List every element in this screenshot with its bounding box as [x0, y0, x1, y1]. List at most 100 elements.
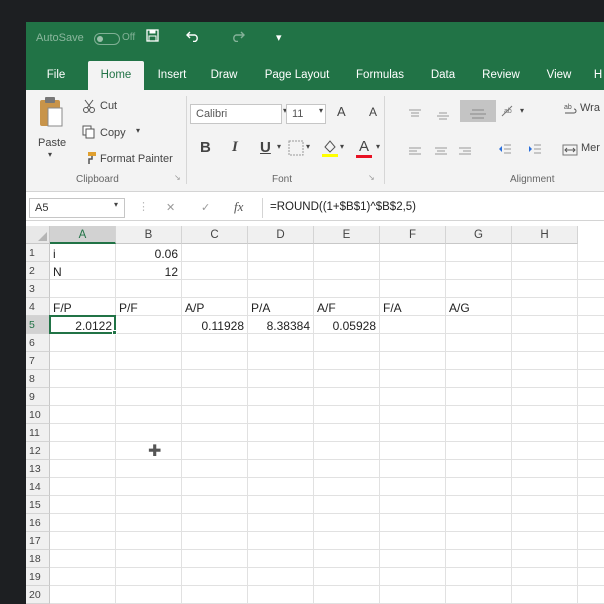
column-header-f[interactable]: F	[380, 226, 446, 244]
cell-c4[interactable]: A/P	[182, 298, 248, 316]
font-color-dropdown-icon[interactable]: ▾	[376, 142, 380, 151]
tab-help[interactable]: H	[592, 61, 604, 90]
save-icon[interactable]	[146, 29, 159, 45]
underline-dropdown-icon[interactable]: ▾	[277, 142, 281, 151]
copy-button[interactable]: Copy	[100, 127, 126, 139]
font-launcher-icon[interactable]: ↘	[368, 173, 375, 182]
clipboard-launcher-icon[interactable]: ↘	[174, 173, 181, 182]
align-left-icon[interactable]	[408, 144, 422, 162]
row-header-4[interactable]: 4	[26, 298, 50, 316]
align-right-icon[interactable]	[458, 144, 472, 162]
tab-view[interactable]: View	[540, 61, 578, 90]
row-header-2[interactable]: 2	[26, 262, 50, 280]
cell-b1[interactable]: 0.06	[116, 244, 182, 262]
wrap-text-icon[interactable]: ab	[564, 102, 578, 121]
column-header-g[interactable]: G	[446, 226, 512, 244]
tab-file[interactable]: File	[36, 61, 76, 90]
column-header-a[interactable]: A	[50, 226, 116, 244]
name-box-dropdown-icon[interactable]: ▾	[114, 200, 118, 209]
row-header-20[interactable]: 20	[26, 586, 50, 604]
row-header-19[interactable]: 19	[26, 568, 50, 586]
customize-icon[interactable]: ▾	[276, 31, 282, 44]
row-header-5[interactable]: 5	[26, 316, 50, 334]
font-color-button[interactable]: A	[359, 138, 369, 155]
row-header-6[interactable]: 6	[26, 334, 50, 352]
shrink-font-button[interactable]: A	[369, 105, 377, 119]
column-header-b[interactable]: B	[116, 226, 182, 244]
tab-formulas[interactable]: Formulas	[350, 61, 410, 90]
column-header-c[interactable]: C	[182, 226, 248, 244]
decrease-indent-icon[interactable]	[498, 142, 512, 160]
name-box[interactable]: A5	[29, 198, 125, 218]
row-header-15[interactable]: 15	[26, 496, 50, 514]
undo-icon[interactable]	[186, 29, 200, 45]
font-name-box[interactable]: Calibri	[190, 104, 282, 124]
cell-g4[interactable]: A/G	[446, 298, 512, 316]
increase-indent-icon[interactable]	[528, 142, 542, 160]
cell-b2[interactable]: 12	[116, 262, 182, 280]
row-header-9[interactable]: 9	[26, 388, 50, 406]
formula-input[interactable]: =ROUND((1+$B$1)^$B$2,5)	[270, 201, 416, 213]
row-header-12[interactable]: 12	[26, 442, 50, 460]
borders-dropdown-icon[interactable]: ▾	[306, 142, 310, 151]
row-header-1[interactable]: 1	[26, 244, 50, 262]
merge-center-icon[interactable]	[562, 143, 578, 161]
fill-color-icon[interactable]	[321, 138, 339, 163]
copy-dropdown-icon[interactable]: ▾	[136, 126, 140, 135]
cancel-icon[interactable]: ✕	[166, 201, 175, 214]
cell-f4[interactable]: F/A	[380, 298, 446, 316]
paste-button[interactable]: Paste	[38, 137, 66, 149]
cell-d5[interactable]: 8.38384	[248, 316, 314, 334]
tab-draw[interactable]: Draw	[204, 61, 244, 90]
tab-insert[interactable]: Insert	[150, 61, 194, 90]
copy-icon[interactable]	[82, 125, 96, 144]
column-header-d[interactable]: D	[248, 226, 314, 244]
column-header-h[interactable]: H	[512, 226, 578, 244]
cut-button[interactable]: Cut	[100, 100, 117, 112]
grow-font-button[interactable]: A	[337, 104, 346, 119]
cell-e4[interactable]: A/F	[314, 298, 380, 316]
merge-center-button[interactable]: Mer	[581, 142, 600, 154]
underline-button[interactable]: U	[260, 139, 271, 156]
orientation-icon[interactable]: ab	[500, 104, 518, 123]
align-top-icon[interactable]	[408, 106, 422, 124]
row-header-16[interactable]: 16	[26, 514, 50, 532]
row-header-18[interactable]: 18	[26, 550, 50, 568]
bold-button[interactable]: B	[200, 139, 211, 156]
align-middle-icon[interactable]	[436, 108, 450, 126]
tab-data[interactable]: Data	[424, 61, 462, 90]
tab-page-layout[interactable]: Page Layout	[260, 61, 334, 90]
cell-a2[interactable]: N	[50, 262, 116, 280]
paste-dropdown-icon[interactable]: ▾	[48, 150, 52, 159]
column-header-e[interactable]: E	[314, 226, 380, 244]
wrap-text-button[interactable]: Wra	[580, 102, 600, 114]
font-size-dropdown-icon[interactable]: ▾	[319, 106, 323, 115]
row-header-13[interactable]: 13	[26, 460, 50, 478]
italic-button[interactable]: I	[232, 139, 238, 156]
align-center-icon[interactable]	[434, 144, 448, 162]
fill-color-dropdown-icon[interactable]: ▾	[340, 142, 344, 151]
row-header-8[interactable]: 8	[26, 370, 50, 388]
orientation-dropdown-icon[interactable]: ▾	[520, 106, 524, 115]
cell-a4[interactable]: F/P	[50, 298, 116, 316]
cell-b4[interactable]: P/F	[116, 298, 182, 316]
cut-icon[interactable]	[82, 99, 96, 118]
cell-d4[interactable]: P/A	[248, 298, 314, 316]
cell-c5[interactable]: 0.11928	[182, 316, 248, 334]
format-painter-icon[interactable]	[83, 151, 97, 170]
select-all-button[interactable]	[26, 226, 50, 244]
enter-icon[interactable]: ✓	[201, 201, 210, 214]
autosave-toggle[interactable]	[94, 33, 120, 45]
fill-handle[interactable]	[112, 330, 117, 335]
tab-review[interactable]: Review	[478, 61, 524, 90]
format-painter-button[interactable]: Format Painter	[100, 153, 173, 165]
tab-home[interactable]: Home	[88, 61, 144, 90]
borders-icon[interactable]	[288, 140, 304, 161]
cell-a1[interactable]: i	[50, 244, 116, 262]
row-header-11[interactable]: 11	[26, 424, 50, 442]
paste-icon[interactable]	[38, 96, 64, 133]
redo-icon[interactable]	[231, 29, 245, 45]
row-header-10[interactable]: 10	[26, 406, 50, 424]
row-header-7[interactable]: 7	[26, 352, 50, 370]
row-header-17[interactable]: 17	[26, 532, 50, 550]
